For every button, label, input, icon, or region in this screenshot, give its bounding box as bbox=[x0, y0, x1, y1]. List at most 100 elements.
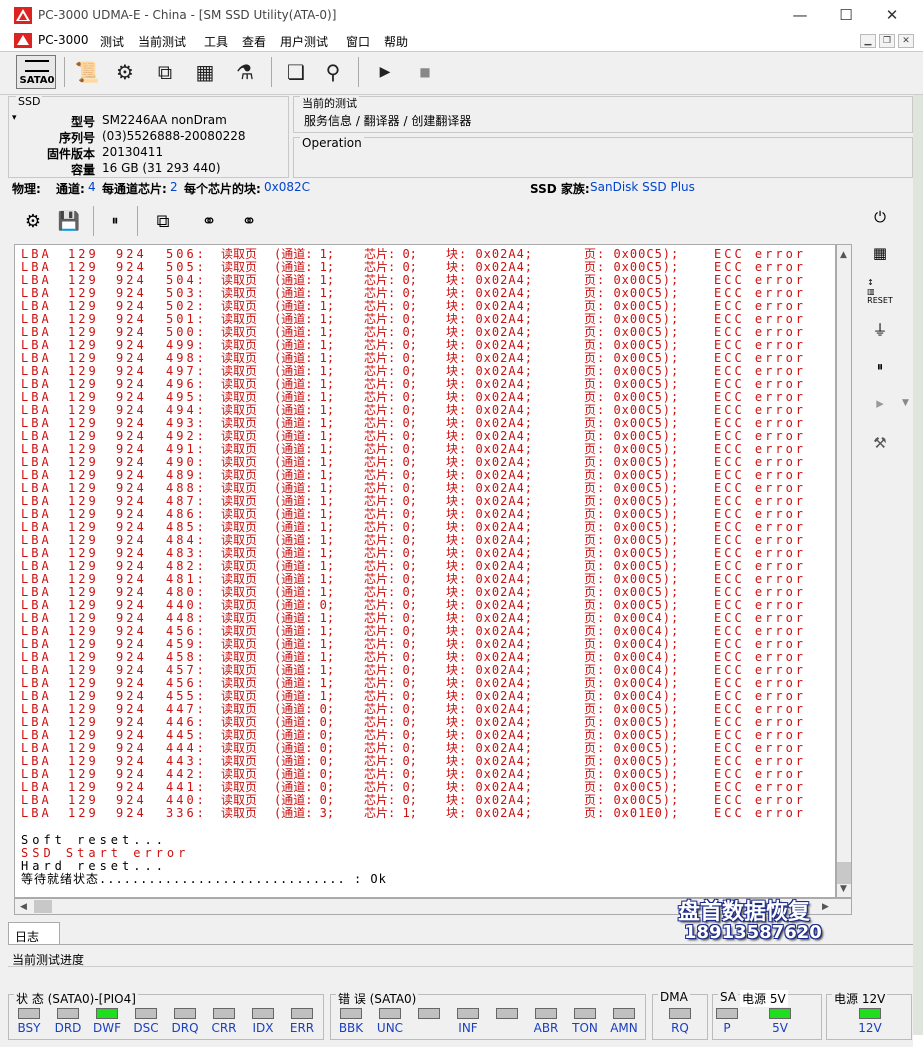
gear-chip-icon[interactable]: ⚙ bbox=[108, 55, 142, 89]
log-cell-ch: (通道: 1; bbox=[274, 547, 335, 560]
menu-pc3000[interactable]: PC-3000 bbox=[38, 33, 88, 47]
led-indicator bbox=[252, 1008, 274, 1019]
menu-test[interactable]: 测试 bbox=[100, 33, 124, 50]
find-binoculars-icon[interactable]: ⚭ bbox=[194, 206, 224, 236]
log-cell-err: ECC error bbox=[714, 287, 807, 300]
close-button[interactable]: ✕ bbox=[869, 0, 915, 30]
sidebar-pause-icon[interactable]: ⏸ bbox=[866, 354, 894, 380]
capacity-value: 16 GB (31 293 440) bbox=[102, 161, 221, 175]
log-cell-n2: 924 bbox=[116, 742, 147, 755]
log-output[interactable]: LBA 129 924 506: 读取页 (通道: 1; 芯片: 0; 块: 0x02A4; 页… bbox=[14, 244, 836, 898]
log-row: LBA 129 924 500: 读取页 (通道: 1; 芯片: 0; 块: 0x02A4; 页… bbox=[21, 326, 806, 339]
log-cell-n1: 129 bbox=[68, 287, 99, 300]
pause-icon[interactable]: ⏸ bbox=[100, 206, 130, 236]
log-cell-blk: 块: 0x02A4; bbox=[446, 456, 534, 469]
flask-icon[interactable]: ⚗ bbox=[228, 55, 262, 89]
log-cell-op: 读取页 bbox=[221, 677, 258, 690]
led-label-dwf: DWF bbox=[92, 1021, 121, 1035]
menu-window[interactable]: 窗口 bbox=[346, 33, 370, 50]
log-cell-chip: 芯片: 0; bbox=[364, 391, 417, 404]
led-indicator bbox=[496, 1008, 518, 1019]
log-cell-n2: 924 bbox=[116, 482, 147, 495]
stop-icon[interactable]: ■ bbox=[408, 55, 442, 89]
child-window-icon[interactable] bbox=[14, 33, 32, 48]
settings-gear-icon[interactable]: ⚙ bbox=[18, 206, 48, 236]
log-cell-lba: LBA bbox=[21, 768, 52, 781]
chip-icon[interactable]: ▦ bbox=[866, 240, 894, 266]
log-vertical-scrollbar[interactable] bbox=[836, 244, 852, 898]
log-cell-lba: LBA bbox=[21, 586, 52, 599]
log-cell-op: 读取页 bbox=[221, 469, 258, 482]
log-cell-lba: LBA bbox=[21, 469, 52, 482]
tab-log[interactable]: 日志 bbox=[8, 922, 60, 944]
horizontal-scroll-thumb[interactable] bbox=[34, 900, 52, 913]
menu-view[interactable]: 查看 bbox=[242, 33, 266, 50]
play-icon[interactable]: ▶ bbox=[368, 55, 402, 89]
log-cell-blk: 块: 0x02A4; bbox=[446, 469, 534, 482]
pc3000-app-icon[interactable] bbox=[14, 7, 32, 24]
log-cell-blk: 块: 0x02A4; bbox=[446, 664, 534, 677]
log-cell-n3: 440: bbox=[166, 599, 207, 612]
log-cell-chip: 芯片: 0; bbox=[364, 417, 417, 430]
menu-tools[interactable]: 工具 bbox=[204, 33, 228, 50]
tools-icon[interactable]: ⚒ bbox=[866, 430, 894, 456]
log-cell-ch: (通道: 1; bbox=[274, 274, 335, 287]
log-cell-chip: 芯片: 0; bbox=[364, 651, 417, 664]
log-cell-n1: 129 bbox=[68, 599, 99, 612]
vertical-scroll-thumb[interactable] bbox=[837, 862, 851, 884]
sidebar-expand-arrow-icon[interactable]: ▼ bbox=[902, 398, 909, 408]
led-indicator bbox=[57, 1008, 79, 1019]
mdi-restore-button[interactable]: ❐ bbox=[879, 34, 895, 48]
log-cell-blk: 块: 0x02A4; bbox=[446, 573, 534, 586]
log-cell-n1: 129 bbox=[68, 781, 99, 794]
document-scroll-icon[interactable]: 📜 bbox=[70, 55, 104, 89]
log-row: LBA 129 924 489: 读取页 (通道: 1; 芯片: 0; 块: 0x02A4; 页… bbox=[21, 469, 806, 482]
chip-arrow-icon[interactable]: ▸ bbox=[866, 390, 894, 416]
log-cell-chip: 芯片: 0; bbox=[364, 352, 417, 365]
mdi-close-button[interactable]: ✕ bbox=[898, 34, 914, 48]
log-cell-err: ECC error bbox=[714, 807, 807, 820]
log-cell-op: 读取页 bbox=[221, 742, 258, 755]
menu-current-test[interactable]: 当前测试 bbox=[138, 33, 186, 50]
log-cell-n3: 456: bbox=[166, 677, 207, 690]
scroll-up-arrow-icon[interactable]: ▲ bbox=[840, 250, 847, 260]
log-cell-n1: 129 bbox=[68, 742, 99, 755]
log-cell-pg: 页: 0x00C5); bbox=[584, 326, 680, 339]
log-cell-ch: (通道: 3; bbox=[274, 807, 335, 820]
copy-icon[interactable]: ⧉ bbox=[148, 206, 178, 236]
log-cell-n2: 924 bbox=[116, 469, 147, 482]
user-test-icon[interactable]: ⚲ bbox=[316, 55, 350, 89]
scroll-down-arrow-icon[interactable]: ▼ bbox=[840, 884, 847, 894]
find-next-binoculars-icon[interactable]: ⚭ bbox=[234, 206, 264, 236]
copy-pages-icon[interactable]: ⧉ bbox=[148, 55, 182, 89]
log-cell-n1: 129 bbox=[68, 521, 99, 534]
scroll-left-arrow-icon[interactable]: ◀ bbox=[20, 902, 27, 912]
log-cell-blk: 块: 0x02A4; bbox=[446, 287, 534, 300]
windows-stack-icon[interactable]: ❏ bbox=[279, 55, 313, 89]
menu-user-test[interactable]: 用户测试 bbox=[280, 33, 328, 50]
menu-help[interactable]: 帮助 bbox=[384, 33, 408, 50]
maximize-button[interactable]: ☐ bbox=[823, 0, 869, 30]
log-cell-err: ECC error bbox=[714, 274, 807, 287]
scroll-right-arrow-icon[interactable]: ▶ bbox=[822, 902, 829, 912]
save-log-icon[interactable]: 💾 bbox=[54, 206, 84, 236]
log-cell-n2: 924 bbox=[116, 352, 147, 365]
power-toggle-icon[interactable]: ⏻ bbox=[866, 204, 894, 230]
sata0-port-button[interactable]: SATA0 bbox=[16, 55, 56, 89]
log-cell-n3: 440: bbox=[166, 794, 207, 807]
reset-icon[interactable]: ↕ ▥ RESET bbox=[866, 278, 894, 305]
log-cell-blk: 块: 0x02A4; bbox=[446, 430, 534, 443]
log-cell-n3: 443: bbox=[166, 755, 207, 768]
log-cell-lba: LBA bbox=[21, 352, 52, 365]
log-cell-n3: 492: bbox=[166, 430, 207, 443]
log-cell-op: 读取页 bbox=[221, 755, 258, 768]
minimize-button[interactable]: — bbox=[777, 0, 823, 30]
probe-icon[interactable]: ⏚ bbox=[866, 316, 894, 342]
log-cell-n3: 495: bbox=[166, 391, 207, 404]
log-cell-chip: 芯片: 0; bbox=[364, 248, 417, 261]
chip-settings-icon[interactable]: ▦ bbox=[188, 55, 222, 89]
log-cell-pg: 页: 0x00C5); bbox=[584, 755, 680, 768]
mdi-minimize-button[interactable]: ▁ bbox=[860, 34, 876, 48]
log-cell-n1: 129 bbox=[68, 248, 99, 261]
log-cell-n2: 924 bbox=[116, 313, 147, 326]
